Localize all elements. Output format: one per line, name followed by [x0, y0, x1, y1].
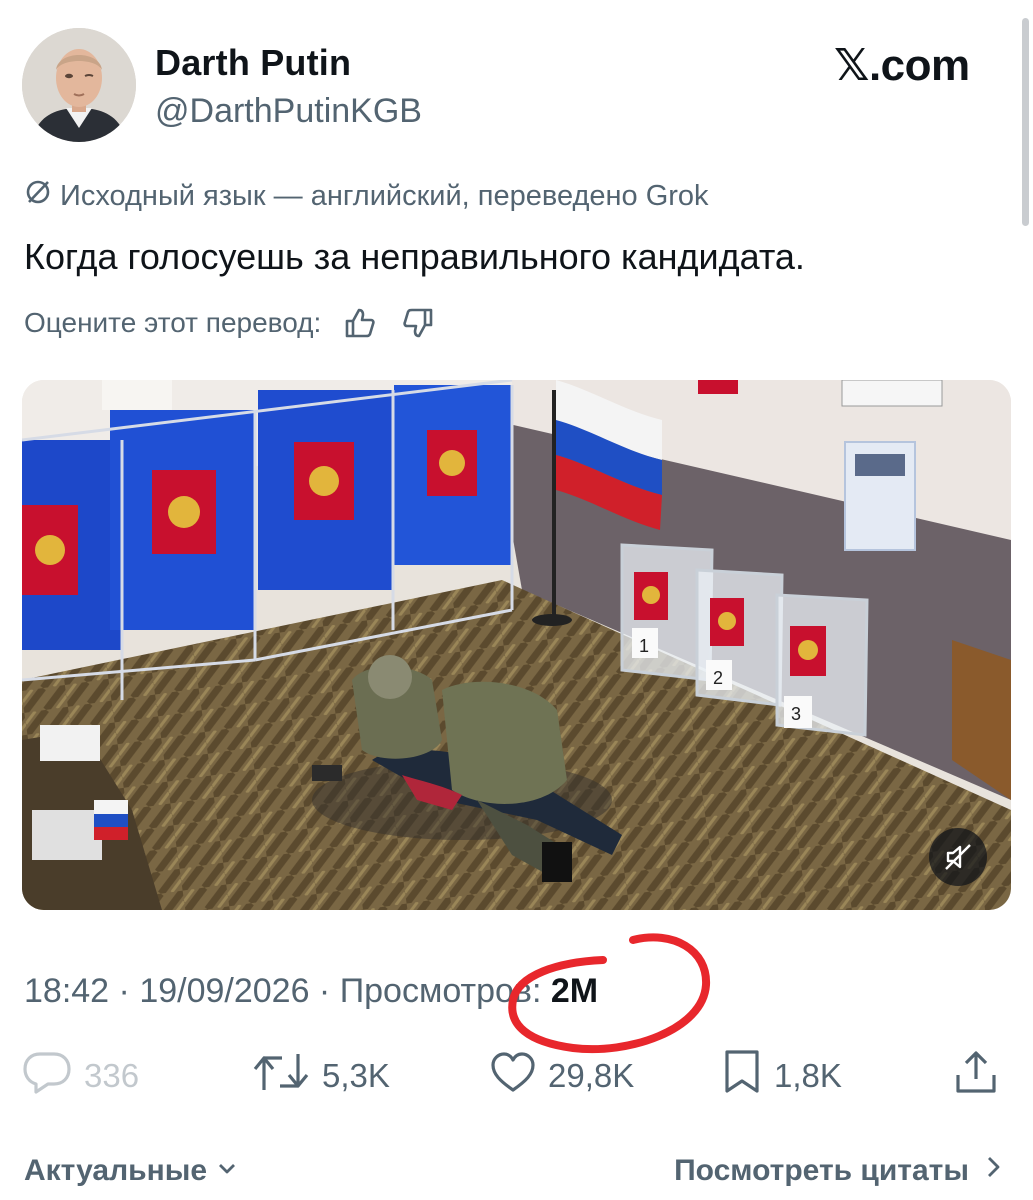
ballot-box-number: 1 — [639, 636, 649, 656]
translation-note-text: Исходный язык — английский, переведено G… — [60, 179, 709, 212]
repost-icon — [252, 1050, 310, 1102]
like-count: 29,8K — [548, 1057, 635, 1094]
sort-replies-dropdown[interactable]: Актуальные — [24, 1154, 239, 1188]
user-handle[interactable]: @DarthPutinKGB — [155, 92, 422, 131]
thumbs-down-icon[interactable] — [399, 304, 437, 342]
bookmark-icon — [722, 1049, 762, 1103]
chevron-right-icon — [983, 1154, 1003, 1188]
share-button[interactable] — [954, 1046, 998, 1106]
like-button[interactable]: 29,8K — [490, 1046, 634, 1106]
avatar[interactable] — [22, 28, 136, 142]
rate-translation: Оцените этот перевод: — [24, 304, 437, 342]
reply-count: 336 — [84, 1057, 140, 1094]
tweet-meta: 18:42 · 19/09/2026 · Просмотров: 2M — [24, 972, 599, 1010]
x-logo: 𝕏.com — [834, 41, 970, 90]
rate-prompt: Оцените этот перевод: — [24, 307, 322, 338]
repost-count: 5,3K — [322, 1057, 390, 1094]
views-count: 2M — [550, 972, 599, 1010]
reply-button[interactable]: 336 — [22, 1046, 139, 1106]
sort-label: Актуальные — [24, 1154, 208, 1187]
avatar-portrait — [22, 28, 136, 142]
video-media[interactable]: 1 2 3 — [22, 380, 1011, 910]
mute-button[interactable] — [929, 828, 987, 886]
tweet-time[interactable]: 18:42 — [24, 972, 109, 1010]
heart-icon — [490, 1051, 536, 1101]
polling-station-video-frame: 1 2 3 — [22, 380, 1011, 910]
ballot-box-number: 2 — [713, 668, 723, 688]
tweet-text: Когда голосуешь за неправильного кандида… — [24, 236, 805, 277]
views-label: Просмотров: — [339, 972, 542, 1010]
view-quotes-label: Посмотреть цитаты — [674, 1154, 969, 1187]
translation-note: Исходный язык — английский, переведено G… — [24, 178, 709, 214]
bookmark-button[interactable]: 1,8K — [722, 1046, 842, 1106]
repost-button[interactable]: 5,3K — [252, 1046, 390, 1106]
action-bar: 336 5,3K 29,8K 1,8K — [0, 1046, 1033, 1106]
scrollbar[interactable] — [1022, 18, 1029, 226]
bookmark-count: 1,8K — [774, 1057, 842, 1094]
reply-icon — [22, 1050, 72, 1102]
view-quotes-link[interactable]: Посмотреть цитаты — [674, 1154, 1003, 1188]
speaker-muted-icon — [943, 842, 973, 872]
translate-icon — [24, 178, 52, 214]
ballot-box-number: 3 — [791, 704, 801, 724]
display-name[interactable]: Darth Putin — [155, 42, 351, 84]
chevron-down-icon — [215, 1154, 239, 1188]
thumbs-up-icon[interactable] — [341, 304, 379, 342]
share-icon — [954, 1049, 998, 1103]
tweet-date[interactable]: 19/09/2026 — [139, 972, 309, 1010]
